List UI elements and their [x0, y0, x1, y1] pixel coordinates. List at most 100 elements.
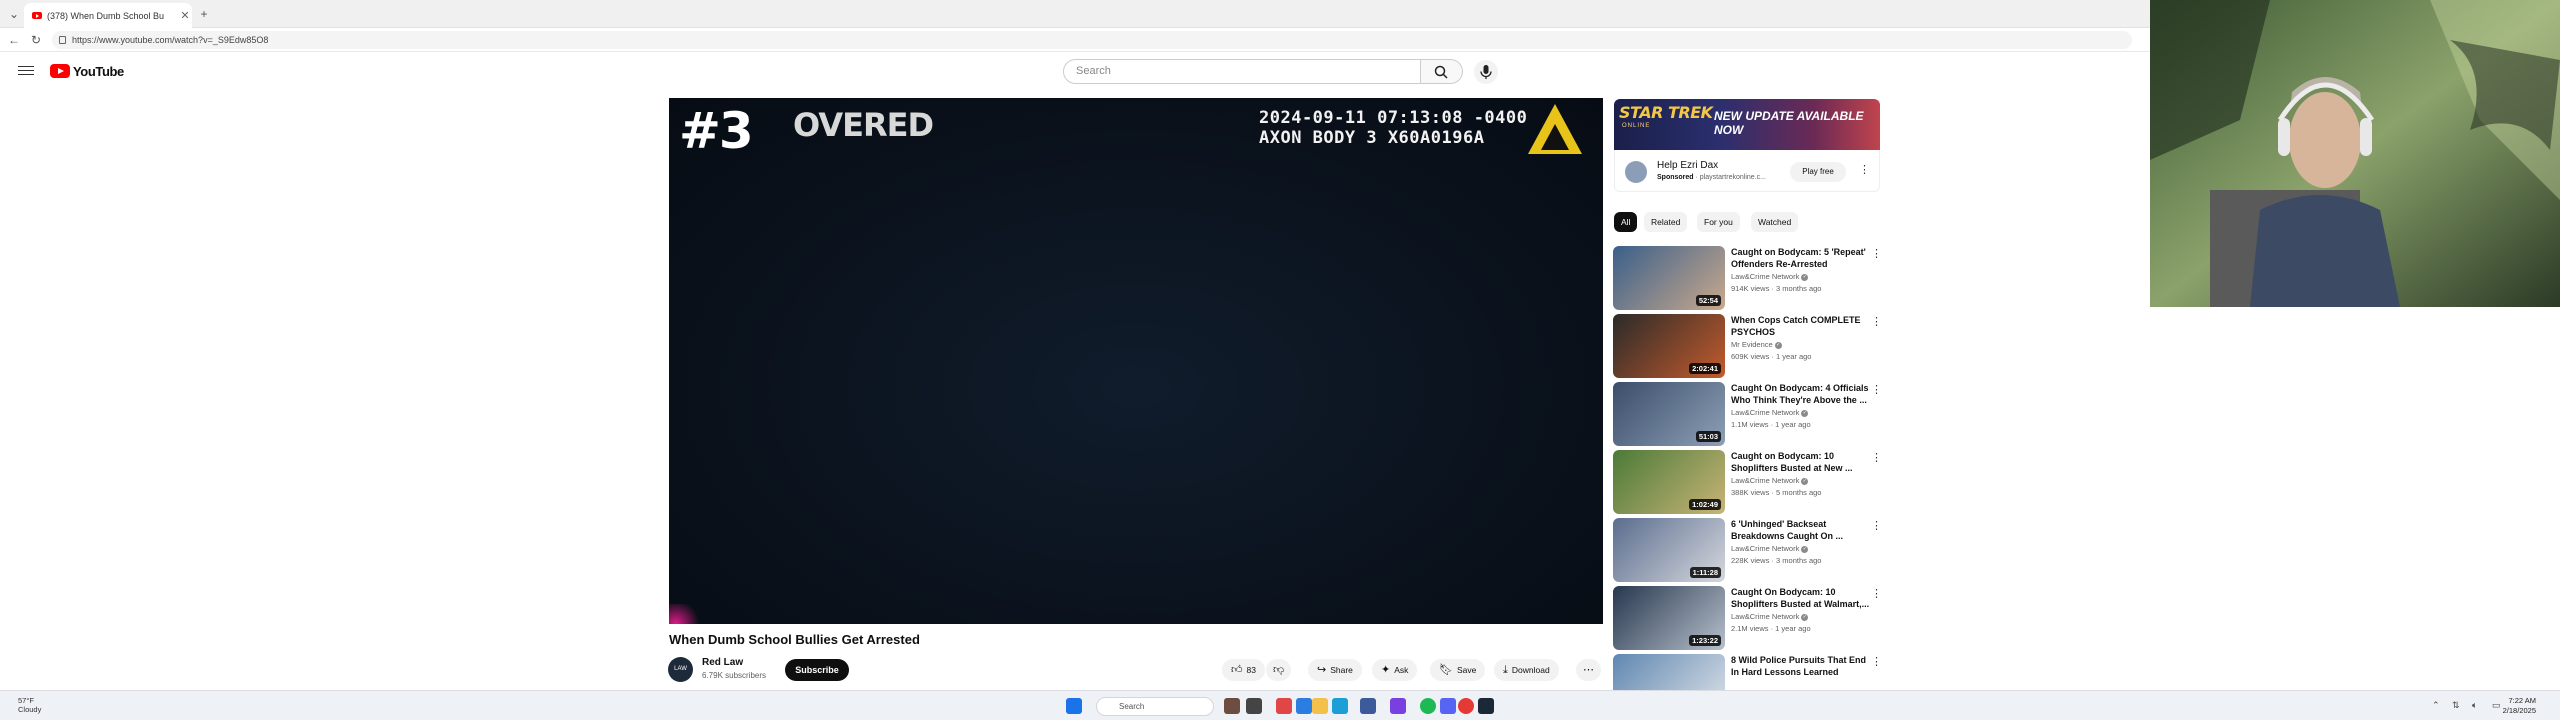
- recommendation-title[interactable]: Caught on Bodycam: 10 Shoplifters Busted…: [1731, 450, 1873, 474]
- recommendation-thumbnail[interactable]: 2:02:41: [1613, 314, 1725, 378]
- recommendation-thumbnail[interactable]: 52:54: [1613, 246, 1725, 310]
- chip-for-you[interactable]: For you: [1697, 212, 1740, 232]
- channel-name[interactable]: Red Law: [702, 657, 743, 668]
- download-button[interactable]: ⤓ Download: [1494, 659, 1559, 681]
- back-icon[interactable]: ←: [6, 32, 22, 48]
- ad-brand-logo: STAR TREK: [1619, 103, 1713, 122]
- recommendation-meta: 609K views · 1 year ago: [1731, 352, 1812, 361]
- recommendation-channel[interactable]: Law&Crime Network ✓: [1731, 408, 1809, 417]
- ad-more-icon[interactable]: ⋮: [1859, 163, 1870, 176]
- search-input[interactable]: Search: [1063, 59, 1421, 84]
- recommendation-channel[interactable]: Law&Crime Network ✓: [1731, 476, 1809, 485]
- youtube-logo[interactable]: YouTube: [50, 63, 124, 79]
- bodycam-timestamp: 2024-09-11 07:13:08 -0400 AXON BODY 3 X6…: [1259, 108, 1527, 148]
- ad-banner-image[interactable]: STAR TREK ONLINE NEW UPDATE AVAILABLE NO…: [1614, 99, 1880, 150]
- chip-related[interactable]: Related: [1644, 212, 1688, 232]
- subscribe-button[interactable]: Subscribe: [785, 659, 849, 681]
- tray-network-icon[interactable]: ⇅: [2452, 700, 2460, 711]
- close-tab-icon[interactable]: ✕: [178, 9, 192, 22]
- more-options-icon[interactable]: ⋮: [1871, 519, 1882, 532]
- tray-battery-icon[interactable]: ▭: [2492, 700, 2501, 711]
- recommendation-item[interactable]: 51:03 Caught On Bodycam: 4 Officials Who …: [1613, 382, 1883, 446]
- recommendation-item[interactable]: 1:23:22 Caught On Bodycam: 10 Shoplifters…: [1613, 586, 1883, 650]
- save-button[interactable]: 🔖︎ Save: [1430, 659, 1486, 681]
- video-overlay-text: OVERED: [793, 106, 934, 144]
- start-windows-icon[interactable]: [1066, 698, 1082, 714]
- more-options-icon[interactable]: ⋮: [1871, 451, 1882, 464]
- search-button[interactable]: [1421, 59, 1463, 84]
- more-options-icon[interactable]: ⋮: [1871, 655, 1882, 668]
- new-tab-icon[interactable]: +: [196, 6, 212, 22]
- voice-search-button[interactable]: [1474, 60, 1498, 84]
- taskbar-clock[interactable]: 7:22 AM 2/18/2025: [2503, 696, 2536, 716]
- ad-card[interactable]: Help Ezri Dax Sponsored · playstartrekon…: [1614, 150, 1880, 192]
- recommendation-thumbnail[interactable]: 51:03: [1613, 382, 1725, 446]
- recommendation-title[interactable]: Caught On Bodycam: 4 Officials Who Think…: [1731, 382, 1873, 406]
- chip-all[interactable]: All: [1614, 212, 1638, 232]
- like-button[interactable]: 👍︎ 83: [1222, 659, 1265, 681]
- reload-icon[interactable]: ↻: [28, 32, 44, 48]
- recommendation-title[interactable]: 8 Wild Police Pursuits That End In Hard …: [1731, 654, 1873, 678]
- more-options-icon[interactable]: ⋮: [1871, 247, 1882, 260]
- spotify-icon[interactable]: [1420, 698, 1436, 714]
- recommendation-channel[interactable]: Mr Evidence ✓: [1731, 340, 1782, 349]
- dislike-button[interactable]: 👎︎: [1266, 659, 1292, 681]
- tray-chevron-icon[interactable]: ⌃: [2432, 700, 2440, 711]
- recommendation-channel-name: Law&Crime Network: [1731, 544, 1800, 553]
- weather-widget[interactable]: 57°F Cloudy: [18, 696, 41, 714]
- tab-list-icon[interactable]: ⌄: [6, 6, 22, 22]
- channel-avatar[interactable]: LAW: [668, 657, 693, 682]
- video-player[interactable]: #3 OVERED 2024-09-11 07:13:08 -0400 AXON…: [669, 98, 1603, 624]
- webcam-overlay: [2150, 0, 2560, 307]
- tray-volume-icon[interactable]: 🔈︎: [2472, 700, 2477, 711]
- more-options-icon[interactable]: ⋮: [1871, 315, 1882, 328]
- recommendation-channel[interactable]: Law&Crime Network ✓: [1731, 544, 1809, 553]
- more-actions-button[interactable]: ⋯: [1576, 659, 1601, 681]
- recommendation-thumbnail[interactable]: 1:23:22: [1613, 586, 1725, 650]
- clock-date: 2/18/2025: [2502, 706, 2536, 715]
- duration-badge: 1:11:28: [1689, 567, 1721, 578]
- ask-button[interactable]: ✦ Ask: [1372, 659, 1418, 681]
- share-label: Share: [1330, 665, 1353, 675]
- recommendation-item[interactable]: 52:54 Caught on Bodycam: 5 'Repeat' Offen…: [1613, 246, 1883, 310]
- share-button[interactable]: ↪ Share: [1308, 659, 1362, 681]
- hamburger-menu-icon[interactable]: [18, 63, 34, 77]
- tab-title: (378) When Dumb School Bu: [47, 10, 165, 21]
- taskbar-app-icon-6[interactable]: [1390, 698, 1406, 714]
- recommendation-channel[interactable]: Law&Crime Network ✓: [1731, 272, 1809, 281]
- recommendation-channel[interactable]: Law&Crime Network ✓: [1731, 612, 1809, 621]
- more-options-icon[interactable]: ⋮: [1871, 587, 1882, 600]
- edge-browser-icon[interactable]: [1332, 698, 1348, 714]
- recommendation-title[interactable]: 6 'Unhinged' Backseat Breakdowns Caught …: [1731, 518, 1873, 542]
- ad-cta-button[interactable]: Play free: [1790, 162, 1846, 182]
- chip-watched[interactable]: Watched: [1751, 212, 1799, 232]
- recommendation-item[interactable]: 1:11:28 6 'Unhinged' Backseat Breakdowns …: [1613, 518, 1883, 582]
- verified-icon: ✓: [1801, 613, 1809, 621]
- axon-logo-inner: [1541, 124, 1569, 150]
- file-explorer-icon[interactable]: [1312, 698, 1328, 714]
- recommendation-title[interactable]: Caught On Bodycam: 10 Shoplifters Busted…: [1731, 586, 1873, 610]
- recommendation-item[interactable]: 2:02:41 When Cops Catch COMPLETE PSYCHOS M…: [1613, 314, 1883, 378]
- taskbar-app-icon-4[interactable]: [1296, 698, 1312, 714]
- recommendation-meta: 2.1M views · 1 year ago: [1731, 624, 1811, 633]
- url-field[interactable]: https://www.youtube.com/watch?v=_S9Edw85…: [52, 31, 2132, 49]
- taskbar-app-icon-3[interactable]: [1276, 698, 1292, 714]
- recommendation-title[interactable]: When Cops Catch COMPLETE PSYCHOS: [1731, 314, 1873, 338]
- ad-avatar: [1625, 161, 1647, 183]
- taskbar-app-icon-5[interactable]: [1360, 698, 1376, 714]
- steam-icon[interactable]: [1478, 698, 1494, 714]
- taskbar-search-input[interactable]: Search: [1096, 697, 1214, 716]
- discord-icon[interactable]: [1440, 698, 1456, 714]
- taskbar-app-icon-7[interactable]: [1458, 698, 1474, 714]
- browser-tab[interactable]: (378) When Dumb School Bu ✕: [24, 3, 192, 28]
- taskbar-app-icon-1[interactable]: [1224, 698, 1240, 714]
- weather-temp: 57°F: [18, 696, 34, 705]
- recommendation-title[interactable]: Caught on Bodycam: 5 'Repeat' Offenders …: [1731, 246, 1873, 270]
- taskbar-app-icon-2[interactable]: [1246, 698, 1262, 714]
- lock-icon: [59, 36, 66, 44]
- recommendation-thumbnail[interactable]: 1:02:49: [1613, 450, 1725, 514]
- recommendation-thumbnail[interactable]: 1:11:28: [1613, 518, 1725, 582]
- more-options-icon[interactable]: ⋮: [1871, 383, 1882, 396]
- recommendation-meta: 388K views · 5 months ago: [1731, 488, 1822, 497]
- recommendation-item[interactable]: 1:02:49 Caught on Bodycam: 10 Shoplifters…: [1613, 450, 1883, 514]
